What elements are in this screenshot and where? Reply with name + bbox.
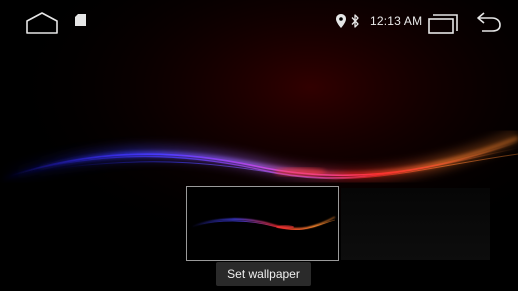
status-bar: 12:13 AM: [0, 0, 518, 44]
wallpaper-thumbnail-selected[interactable]: [186, 186, 339, 261]
sd-card-icon: [75, 14, 86, 26]
wallpaper-thumbnail-image: [187, 187, 338, 260]
recent-apps-icon[interactable]: [426, 11, 460, 35]
bluetooth-icon: [351, 14, 359, 28]
status-time: 12:13 AM: [370, 14, 423, 28]
wallpaper-thumbnail-strip: [186, 186, 490, 262]
home-icon[interactable]: [24, 11, 60, 35]
back-icon[interactable]: [474, 9, 502, 35]
location-icon: [336, 14, 346, 28]
set-wallpaper-button[interactable]: Set wallpaper: [216, 262, 311, 286]
screen: 12:13 AM Set wallpaper: [0, 0, 518, 291]
wallpaper-thumbnail[interactable]: [341, 188, 490, 260]
